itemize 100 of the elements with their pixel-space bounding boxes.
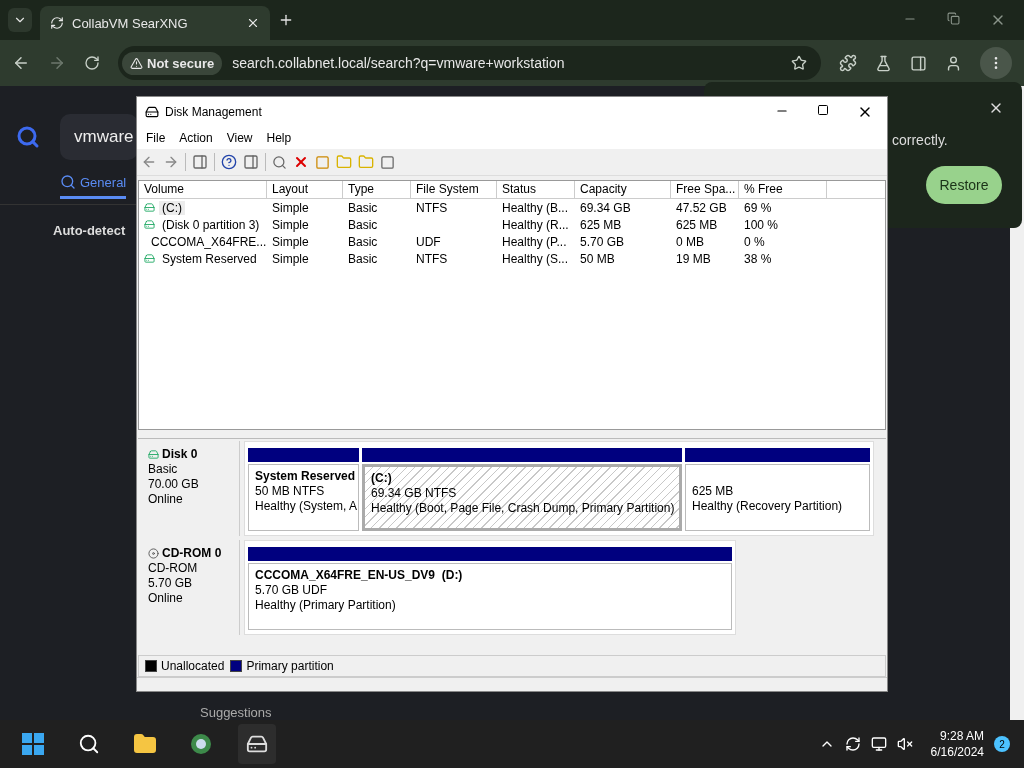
- table-cell: Simple: [272, 217, 309, 232]
- popup-text: correctly.: [892, 132, 948, 148]
- partition-detail: 69.34 GB NTFS: [371, 486, 457, 500]
- partition-block[interactable]: System Reserved 50 MB NTFS Healthy (System, A: [248, 464, 359, 531]
- reload-icon[interactable]: [84, 55, 100, 71]
- menu-item[interactable]: Help: [266, 131, 292, 145]
- partition-block[interactable]: 625 MB Healthy (Recovery Partition): [685, 464, 870, 531]
- column-header[interactable]: Type: [343, 181, 411, 198]
- partition-detail: 50 MB NTFS: [255, 484, 325, 498]
- table-cell: 69 %: [744, 200, 772, 215]
- disk-name: Disk 0: [162, 447, 198, 462]
- menu-item[interactable]: View: [226, 131, 253, 145]
- extensions-icon[interactable]: [839, 54, 857, 72]
- back-icon[interactable]: [12, 54, 30, 72]
- legend-label: Unallocated: [161, 659, 225, 673]
- restore-button[interactable]: Restore: [926, 166, 1002, 204]
- partition-detail: 625 MB: [692, 484, 734, 498]
- column-header[interactable]: Volume: [139, 181, 267, 198]
- menu-item[interactable]: File: [146, 131, 166, 145]
- column-header[interactable]: Free Spa...: [671, 181, 739, 198]
- console-tree-icon[interactable]: [192, 154, 208, 170]
- table-cell: Simple: [272, 234, 309, 249]
- table-cell: 69.34 GB: [580, 200, 631, 215]
- partition-block[interactable]: (C:) 69.34 GB NTFS Healthy (Boot, Page File, Crash Dump, Primary Partition): [362, 464, 682, 531]
- drive-icon: [144, 253, 155, 264]
- table-cell: NTFS: [416, 200, 448, 215]
- drive-icon: [144, 219, 155, 230]
- profile-icon[interactable]: [945, 54, 962, 72]
- flask-icon[interactable]: [875, 54, 892, 72]
- table-cell: Healthy (P...: [502, 234, 567, 249]
- windows-logo-icon[interactable]: [22, 733, 44, 755]
- new-tab-icon[interactable]: [278, 12, 294, 28]
- maximize-icon[interactable]: [817, 104, 829, 116]
- search-icon: [60, 174, 76, 190]
- table-cell: 0 %: [744, 234, 765, 249]
- category-tab[interactable]: General: [60, 174, 127, 199]
- muted-speaker-icon[interactable]: [896, 736, 913, 752]
- restore-icon[interactable]: [947, 12, 960, 25]
- search-icon[interactable]: [78, 733, 100, 755]
- table-cell: 50 MB: [580, 251, 615, 266]
- search-field[interactable]: vmware: [60, 114, 138, 160]
- table-cell: 38 %: [744, 251, 772, 266]
- action-pane-icon[interactable]: [243, 154, 259, 170]
- partition-status: Healthy (Primary Partition): [255, 598, 396, 612]
- security-chip[interactable]: Not secure: [122, 51, 223, 75]
- disk-size: 70.00 GB: [148, 477, 200, 492]
- drive-icon: [148, 449, 159, 460]
- column-header[interactable]: Capacity: [575, 181, 671, 198]
- partition-name: System Reserved: [255, 469, 356, 483]
- forward-icon[interactable]: [163, 154, 179, 170]
- bookmark-star-icon[interactable]: [791, 55, 807, 71]
- table-cell: Healthy (B...: [502, 200, 569, 215]
- partition-status: Healthy (System, A: [255, 499, 358, 513]
- browser-tab[interactable]: CollabVM SearXNG: [40, 6, 270, 40]
- sync-icon[interactable]: [844, 736, 861, 752]
- column-header[interactable]: % Free: [739, 181, 827, 198]
- notification-badge[interactable]: 2: [994, 736, 1010, 752]
- column-header[interactable]: Status: [497, 181, 575, 198]
- table-cell: UDF: [416, 234, 441, 249]
- table-cell[interactable]: (C:): [159, 200, 185, 215]
- clock[interactable]: 9:28 AM 6/16/2024: [930, 728, 984, 760]
- disk-status: Online: [148, 492, 184, 507]
- network-icon[interactable]: [870, 736, 887, 752]
- table-cell[interactable]: CCCOMA_X64FRE...: [148, 234, 270, 249]
- forward-icon[interactable]: [48, 54, 66, 72]
- table-cell: 5.70 GB: [580, 234, 625, 249]
- disk-type: Basic: [148, 462, 179, 477]
- disk-name: CD-ROM 0: [162, 546, 222, 561]
- close-tab-icon[interactable]: [246, 16, 260, 30]
- table-cell[interactable]: System Reserved: [159, 251, 260, 266]
- window-title: Disk Management: [165, 105, 263, 119]
- partition-detail: 5.70 GB UDF: [255, 583, 328, 597]
- table-cell[interactable]: (Disk 0 partition 3): [159, 217, 263, 232]
- table-cell: 100 %: [744, 217, 779, 232]
- table-cell: Basic: [348, 251, 378, 266]
- table-cell: Basic: [348, 200, 378, 215]
- table-cell: 47.52 GB: [676, 200, 727, 215]
- tab-list-button[interactable]: [8, 8, 32, 32]
- side-panel-icon[interactable]: [910, 54, 927, 72]
- column-header[interactable]: Layout: [267, 181, 343, 198]
- help-icon[interactable]: [221, 154, 237, 170]
- table-cell: Simple: [272, 251, 309, 266]
- table-cell: Basic: [348, 234, 378, 249]
- app-icon: [145, 105, 159, 119]
- auto-detect-text: Auto-detect: [53, 223, 126, 238]
- drive-icon[interactable]: [246, 733, 268, 755]
- cd-drive-icon: [148, 548, 159, 559]
- disk-type: CD-ROM: [148, 561, 199, 576]
- disk-management-button[interactable]: [238, 724, 276, 764]
- partition-block[interactable]: CCCOMA_X64FRE_EN-US_DV9 (D:) 5.70 GB UDF Healthy (Primary Partition): [248, 563, 732, 630]
- menu-item[interactable]: Action: [179, 131, 213, 145]
- address-bar[interactable]: Not secure search.collabnet.local/search?q=vmware+workstation: [118, 46, 821, 80]
- delete-icon[interactable]: [293, 154, 309, 170]
- warning-icon: [130, 56, 143, 70]
- drive-icon: [144, 202, 155, 213]
- table-cell: NTFS: [416, 251, 448, 266]
- column-header[interactable]: File System: [411, 181, 497, 198]
- legend-label: Primary partition: [246, 659, 334, 673]
- folder-icon[interactable]: [133, 732, 157, 756]
- disk-status: Online: [148, 591, 184, 606]
